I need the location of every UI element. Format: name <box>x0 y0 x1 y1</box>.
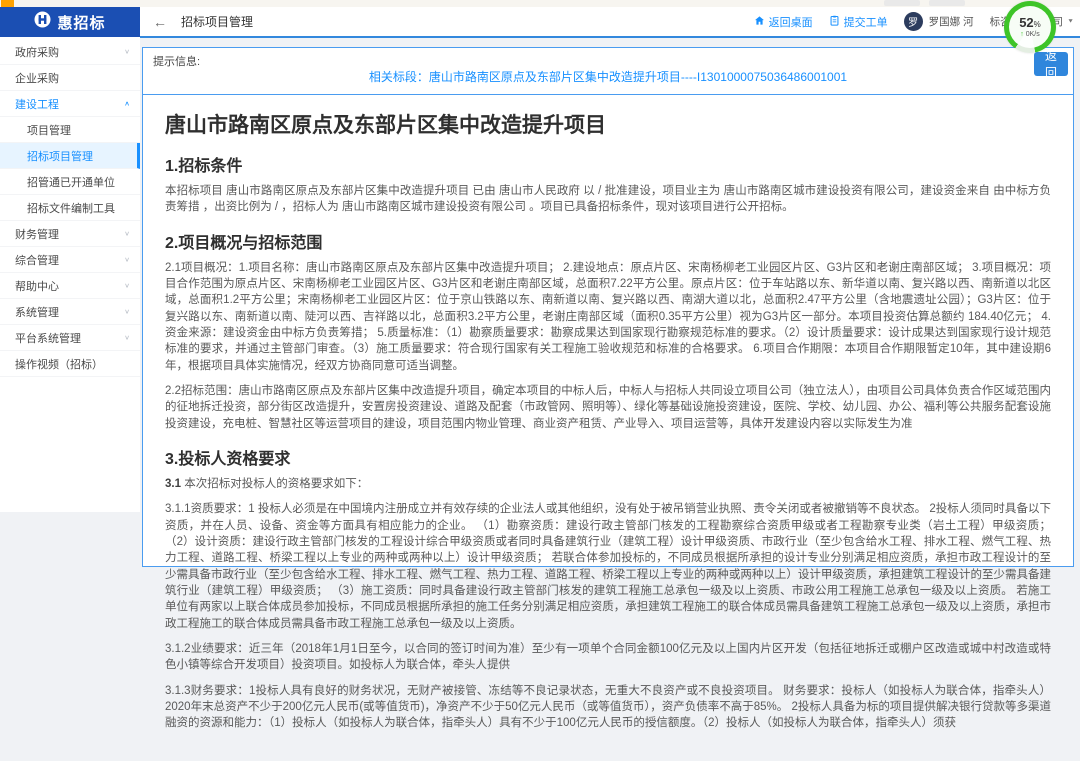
chevron-down-icon: ▼ <box>1067 19 1074 25</box>
sidebar-item-project-management[interactable]: 项目管理 <box>0 117 140 143</box>
section-3-1-2-paragraph: 3.1.2业绩要求：近三年（2018年1月1日至今，以合同的签订时间为准）至少有… <box>165 641 1051 674</box>
section-3-heading: 3.投标人资格要求 <box>165 445 1051 469</box>
section-2-1-paragraph: 2.1项目概况：1.项目名称：唐山市路南区原点及东部片区集中改造提升项目； 2.… <box>165 260 1051 374</box>
section-2-2-paragraph: 2.2招标范围：唐山市路南区原点及东部片区集中改造提升项目，确定本项目的中标人后… <box>165 383 1051 432</box>
sidebar-menu: 政府采购 ∨ 企业采购 建设工程 ∧ 项目管理 招标项目管理 招管通已开通单位 … <box>0 37 140 377</box>
page-title: 招标项目管理 <box>181 13 253 30</box>
progress-percent: 52% <box>1019 16 1041 29</box>
related-bid-section-text: 相关标段：唐山市路南区原点及东部片区集中改造提升项目----I130100007… <box>143 68 1073 85</box>
net-speed-progress-widget[interactable]: 52% ↑ 0K/s <box>1004 1 1056 53</box>
back-arrow-icon[interactable]: ← <box>153 15 167 29</box>
chevron-down-icon: ∨ <box>124 308 130 315</box>
submit-workorder-link[interactable]: 提交工单 <box>829 14 888 30</box>
sidebar-item-bid-document-tool[interactable]: 招标文件编制工具 <box>0 195 140 221</box>
sidebar-item-help-center[interactable]: 帮助中心 ∨ <box>0 273 140 299</box>
sidebar-item-operation-videos[interactable]: 操作视频（招标） <box>0 351 140 377</box>
section-2-heading: 2.项目概况与招标范围 <box>165 229 1051 253</box>
chevron-down-icon: ∨ <box>124 256 130 263</box>
chevron-down-icon: ∨ <box>124 282 130 289</box>
huizhaobiao-logo-icon <box>34 11 51 33</box>
return-button[interactable]: 返回 <box>1034 52 1068 76</box>
section-1-paragraph: 本招标项目 唐山市路南区原点及东部片区集中改造提升项目 已由 唐山市人民政府 以… <box>165 183 1051 216</box>
section-3-1-intro: 3.1 本次招标对投标人的资格要求如下： <box>165 476 1051 492</box>
user-avatar[interactable]: 罗 <box>904 12 923 31</box>
chevron-down-icon: ∨ <box>124 334 130 341</box>
sidebar-item-enterprise-procurement[interactable]: 企业采购 <box>0 65 140 91</box>
chevron-down-icon: ∨ <box>124 230 130 237</box>
sidebar-item-zhaoguantong-opened-units[interactable]: 招管通已开通单位 <box>0 169 140 195</box>
chevron-up-icon: ∧ <box>124 100 130 107</box>
section-1-heading: 1.招标条件 <box>165 152 1051 176</box>
home-icon <box>754 15 765 29</box>
net-speed-label: ↑ 0K/s <box>1020 31 1039 38</box>
content-panel: 提示信息: 相关标段：唐山市路南区原点及东部片区集中改造提升项目----I130… <box>142 47 1074 567</box>
section-3-1-3-paragraph: 3.1.3财务要求：1投标人具有良好的财务状况，无财产被接管、冻结等不良记录状态… <box>165 683 1051 732</box>
main-content: 提示信息: 相关标段：唐山市路南区原点及东部片区集中改造提升项目----I130… <box>140 38 1080 512</box>
sidebar-item-comprehensive-management[interactable]: 综合管理 ∨ <box>0 247 140 273</box>
browser-button-fragment <box>929 0 965 6</box>
sidebar-item-finance-management[interactable]: 财务管理 ∨ <box>0 221 140 247</box>
top-header: ← 招标项目管理 返回桌面 提交工单 罗 罗国娜 河 标咨询有限公司 <box>140 7 1080 38</box>
brand-header[interactable]: 惠招标 <box>0 7 140 37</box>
sidebar-item-platform-system-management[interactable]: 平台系统管理 ∨ <box>0 325 140 351</box>
browser-tab-fragment <box>1 0 14 7</box>
notice-bar: 提示信息: 相关标段：唐山市路南区原点及东部片区集中改造提升项目----I130… <box>143 48 1073 95</box>
chevron-down-icon: ∨ <box>124 48 130 55</box>
section-3-1-1-paragraph: 3.1.1资质要求：1 投标人必须是在中国境内注册成立并有效存续的企业法人或其他… <box>165 501 1051 632</box>
browser-button-fragment <box>884 0 920 6</box>
notice-label: 提示信息: <box>153 53 200 69</box>
sidebar-item-bid-project-management[interactable]: 招标项目管理 <box>0 143 140 169</box>
user-name: 罗国娜 河 <box>929 14 974 29</box>
document-title: 唐山市路南区原点及东部片区集中改造提升项目 <box>165 109 1051 139</box>
return-desktop-link[interactable]: 返回桌面 <box>754 14 813 30</box>
workorder-icon <box>829 15 840 29</box>
sidebar: 惠招标 政府采购 ∨ 企业采购 建设工程 ∧ 项目管理 招标项目管理 招管通已开… <box>0 7 140 512</box>
sidebar-item-government-procurement[interactable]: 政府采购 ∨ <box>0 39 140 65</box>
up-arrow-icon: ↑ <box>1020 31 1024 38</box>
browser-top-strip <box>0 0 1080 7</box>
brand-name: 惠招标 <box>57 12 105 33</box>
sidebar-item-construction-project[interactable]: 建设工程 ∧ <box>0 91 140 117</box>
sidebar-item-system-management[interactable]: 系统管理 ∨ <box>0 299 140 325</box>
bid-announcement-document: 唐山市路南区原点及东部片区集中改造提升项目 1.招标条件 本招标项目 唐山市路南… <box>143 95 1073 761</box>
